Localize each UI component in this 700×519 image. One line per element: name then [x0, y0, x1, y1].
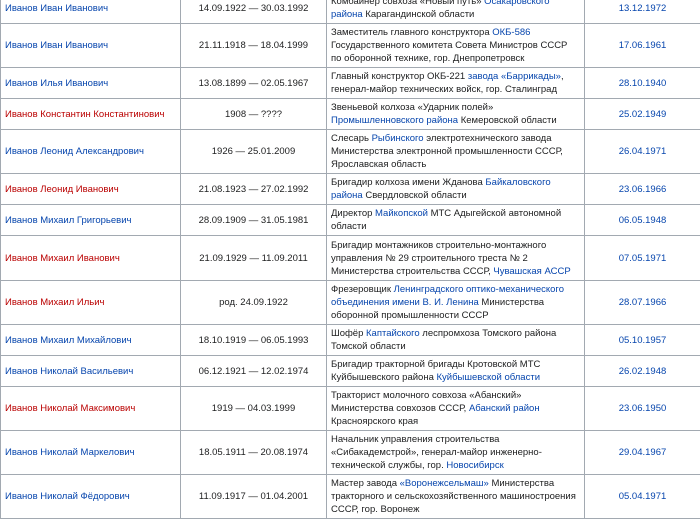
table-row: Иванов Николай Васильевич06.12.1921 — 12…	[1, 356, 700, 387]
award-date-link[interactable]: 28.07.1966	[585, 281, 700, 325]
table-row: Иванов Николай Маркелович18.05.1911 — 20…	[1, 431, 700, 475]
person-name-link[interactable]: Иванов Николай Маркелович	[1, 431, 181, 475]
award-date-link[interactable]: 25.02.1949	[585, 99, 700, 130]
person-name-link[interactable]: Иванов Константин Константинович	[1, 99, 181, 130]
life-dates: 18.10.1919 — 06.05.1993	[181, 325, 327, 356]
award-date-link[interactable]: 23.06.1950	[585, 387, 700, 431]
table-row: Иванов Михаил Иванович21.09.1929 — 11.09…	[1, 236, 700, 281]
occupation-description: Шофёр Каптайского леспромхоза Томского р…	[327, 325, 585, 356]
person-name-link[interactable]: Иванов Леонид Иванович	[1, 174, 181, 205]
description-text: Шофёр	[331, 328, 366, 339]
description-link[interactable]: «Воронежсельмаш»	[400, 478, 489, 489]
person-name-link[interactable]: Иванов Михаил Ильич	[1, 281, 181, 325]
description-text: Бригадир колхоза имени Жданова	[331, 177, 485, 188]
person-name-link[interactable]: Иванов Леонид Александрович	[1, 130, 181, 174]
description-text: Начальник управления строительства «Сиба…	[331, 434, 542, 471]
description-text: Главный конструктор ОКБ-221	[331, 71, 468, 82]
table-row: Иванов Михаил Ильичрод. 24.09.1922Фрезер…	[1, 281, 700, 325]
award-date-link[interactable]: 07.05.1971	[585, 236, 700, 281]
person-name-link[interactable]: Иванов Михаил Иванович	[1, 236, 181, 281]
description-text: Красноярского края	[331, 416, 418, 427]
occupation-description: Мастер завода «Воронежсельмаш» Министерс…	[327, 475, 585, 519]
table-row: Иванов Иван Иванович21.11.1918 — 18.04.1…	[1, 24, 700, 68]
person-name-link[interactable]: Иванов Иван Иванович	[1, 24, 181, 68]
occupation-description: Фрезеровщик Ленинградского оптико-механи…	[327, 281, 585, 325]
description-text: Фрезеровщик	[331, 284, 394, 295]
life-dates: 1926 — 25.01.2009	[181, 130, 327, 174]
occupation-description: Звеньевой колхоза «Ударник полей» Промыш…	[327, 99, 585, 130]
description-link[interactable]: завода «Баррикады»	[468, 71, 561, 82]
description-text: Слесарь	[331, 133, 372, 144]
occupation-description: Начальник управления строительства «Сиба…	[327, 431, 585, 475]
occupation-description: Комбайнер совхоза «Новый путь» Осакаровс…	[327, 0, 585, 24]
table-row: Иванов Леонид Александрович1926 — 25.01.…	[1, 130, 700, 174]
occupation-description: Главный конструктор ОКБ-221 завода «Барр…	[327, 68, 585, 99]
description-text: Свердловской области	[363, 190, 467, 201]
table-row: Иванов Константин Константинович1908 — ?…	[1, 99, 700, 130]
person-name-link[interactable]: Иванов Михаил Григорьевич	[1, 205, 181, 236]
life-dates: 1908 — ????	[181, 99, 327, 130]
life-dates: 06.12.1921 — 12.02.1974	[181, 356, 327, 387]
award-date-link[interactable]: 05.04.1971	[585, 475, 700, 519]
description-link[interactable]: Чувашская АССР	[493, 266, 570, 277]
award-date-link[interactable]: 05.10.1957	[585, 325, 700, 356]
description-link[interactable]: ОКБ-586	[492, 27, 530, 38]
table-row: Иванов Николай Максимович1919 — 04.03.19…	[1, 387, 700, 431]
occupation-description: Бригадир колхоза имени Жданова Байкаловс…	[327, 174, 585, 205]
description-text: Мастер завода	[331, 478, 400, 489]
description-text: Карагандинской области	[363, 9, 475, 20]
occupation-description: Тракторист молочного совхоза «Абанский» …	[327, 387, 585, 431]
life-dates: 14.09.1922 — 30.03.1992	[181, 0, 327, 24]
occupation-description: Бригадир монтажников строительно-монтажн…	[327, 236, 585, 281]
description-link[interactable]: Абанский район	[469, 403, 540, 414]
occupation-description: Бригадир тракторной бригады Кротовской М…	[327, 356, 585, 387]
table-row: Иванов Леонид Иванович21.08.1923 — 27.02…	[1, 174, 700, 205]
table-row: Иванов Михаил Михайлович18.10.1919 — 06.…	[1, 325, 700, 356]
occupation-description: Слесарь Рыбинского электротехнического з…	[327, 130, 585, 174]
table-row: Иванов Иван Иванович14.09.1922 — 30.03.1…	[1, 0, 700, 24]
heroes-table: Иванов Иван Иванович14.09.1922 — 30.03.1…	[0, 0, 700, 519]
life-dates: 21.11.1918 — 18.04.1999	[181, 24, 327, 68]
life-dates: 1919 — 04.03.1999	[181, 387, 327, 431]
description-link[interactable]: Каптайского	[366, 328, 420, 339]
person-name-link[interactable]: Иванов Николай Максимович	[1, 387, 181, 431]
life-dates: 18.05.1911 — 20.08.1974	[181, 431, 327, 475]
award-date-link[interactable]: 06.05.1948	[585, 205, 700, 236]
occupation-description: Директор Майкопской МТС Адыгейской автон…	[327, 205, 585, 236]
description-link[interactable]: Новосибирск	[446, 460, 503, 471]
award-date-link[interactable]: 17.06.1961	[585, 24, 700, 68]
life-dates: 21.09.1929 — 11.09.2011	[181, 236, 327, 281]
occupation-description: Заместитель главного конструктора ОКБ-58…	[327, 24, 585, 68]
person-name-link[interactable]: Иванов Николай Фёдорович	[1, 475, 181, 519]
description-text: Государственного комитета Совета Министр…	[331, 40, 567, 64]
life-dates: 13.08.1899 — 02.05.1967	[181, 68, 327, 99]
description-link[interactable]: Промышленновского района	[331, 115, 458, 126]
award-date-link[interactable]: 26.04.1971	[585, 130, 700, 174]
description-text: Комбайнер совхоза «Новый путь»	[331, 0, 484, 7]
description-text: Заместитель главного конструктора	[331, 27, 492, 38]
person-name-link[interactable]: Иванов Иван Иванович	[1, 0, 181, 24]
description-text: Кемеровской области	[458, 115, 557, 126]
person-name-link[interactable]: Иванов Михаил Михайлович	[1, 325, 181, 356]
award-date-link[interactable]: 23.06.1966	[585, 174, 700, 205]
person-name-link[interactable]: Иванов Николай Васильевич	[1, 356, 181, 387]
life-dates: 11.09.1917 — 01.04.2001	[181, 475, 327, 519]
description-link[interactable]: Куйбышевской области	[437, 372, 540, 383]
table-row: Иванов Николай Фёдорович11.09.1917 — 01.…	[1, 475, 700, 519]
description-text: Звеньевой колхоза «Ударник полей»	[331, 102, 493, 113]
award-date-link[interactable]: 28.10.1940	[585, 68, 700, 99]
description-link[interactable]: Майкопской	[375, 208, 428, 219]
table-row: Иванов Илья Иванович13.08.1899 — 02.05.1…	[1, 68, 700, 99]
award-date-link[interactable]: 26.02.1948	[585, 356, 700, 387]
person-name-link[interactable]: Иванов Илья Иванович	[1, 68, 181, 99]
life-dates: 21.08.1923 — 27.02.1992	[181, 174, 327, 205]
award-date-link[interactable]: 13.12.1972	[585, 0, 700, 24]
description-text: Директор	[331, 208, 375, 219]
life-dates: 28.09.1909 — 31.05.1981	[181, 205, 327, 236]
life-dates: род. 24.09.1922	[181, 281, 327, 325]
description-link[interactable]: Рыбинского	[372, 133, 424, 144]
table-row: Иванов Михаил Григорьевич28.09.1909 — 31…	[1, 205, 700, 236]
award-date-link[interactable]: 29.04.1967	[585, 431, 700, 475]
